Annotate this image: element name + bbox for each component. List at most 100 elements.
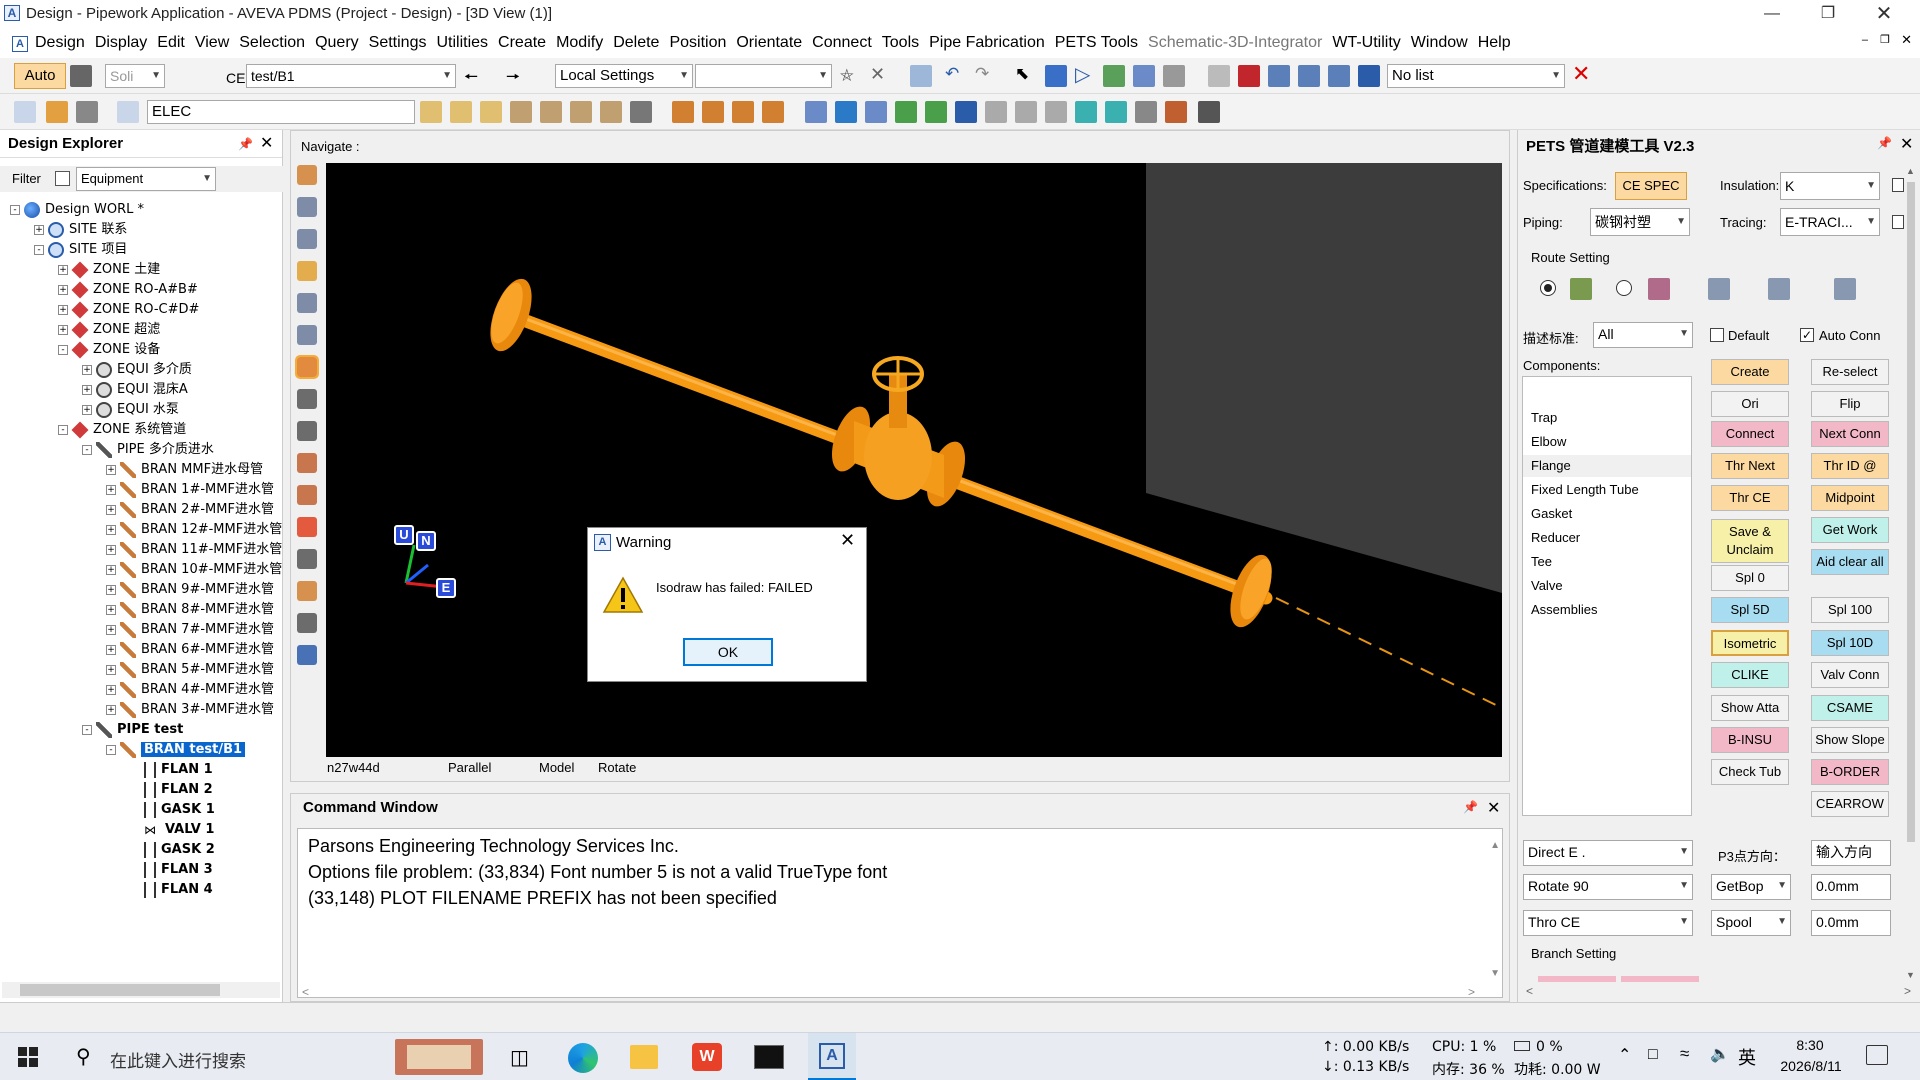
menu-modify[interactable]: Modify <box>551 28 608 58</box>
color-swatch-icon[interactable] <box>70 65 92 87</box>
tracing-checkbox[interactable] <box>1892 215 1904 229</box>
pointer-icon[interactable]: ⬉ <box>1015 64 1029 84</box>
pets-aid-clear-all-button[interactable]: Aid clear all <box>1811 549 1889 575</box>
tree-node[interactable]: + BRAN 2#-MMF进水管 <box>106 500 274 520</box>
mdi-restore-icon[interactable]: ❐ <box>1880 28 1890 52</box>
command-close-icon[interactable]: ✕ <box>1487 798 1500 818</box>
scroll-down-icon[interactable]: ▼ <box>1490 961 1500 987</box>
ce-spec-button[interactable]: CE SPEC <box>1615 172 1687 200</box>
pets-pin-icon[interactable]: 📌 <box>1877 136 1892 150</box>
route-bend-alt-icon[interactable] <box>1648 278 1670 300</box>
minimize-button[interactable]: — <box>1744 0 1800 28</box>
expand-toggle-icon[interactable]: + <box>106 564 116 575</box>
menu-delete[interactable]: Delete <box>608 28 664 58</box>
route-radio-1[interactable] <box>1540 280 1556 296</box>
refresh-icon[interactable] <box>297 549 317 569</box>
expand-toggle-icon[interactable]: + <box>106 504 116 515</box>
view-status-projection[interactable]: Parallel <box>448 760 491 775</box>
expand-toggle-icon[interactable]: + <box>82 404 92 415</box>
zoom-window-icon[interactable] <box>297 325 317 345</box>
menu-schematic-3d-integrator[interactable]: Schematic-3D-Integrator <box>1143 28 1327 58</box>
sphere-icon[interactable] <box>1015 101 1037 123</box>
tree-node[interactable]: FLAN 3 <box>130 860 213 880</box>
tree-node[interactable]: + BRAN 1#-MMF进水管 <box>106 480 274 500</box>
cube-icon[interactable] <box>1075 101 1097 123</box>
wifi-icon[interactable]: ≈ <box>1680 1044 1689 1064</box>
menu-wt-utility[interactable]: WT-Utility <box>1327 28 1405 58</box>
forward-arrow-icon[interactable]: 🠖 <box>506 66 520 93</box>
pets-spl-0-button[interactable]: Spl 0 <box>1711 565 1789 591</box>
component-item[interactable]: Fixed Length Tube <box>1523 479 1691 501</box>
pets-midpoint-button[interactable]: Midpoint <box>1811 485 1889 511</box>
pets-save-unclaim-button[interactable]: Save & Unclaim <box>1711 519 1789 563</box>
thro-combo[interactable]: Thro CE ▼ <box>1523 910 1693 936</box>
task-view-icon[interactable]: ◫ <box>510 1045 529 1070</box>
settings-sub-combo[interactable]: ▼ <box>695 64 832 88</box>
tree-node[interactable]: + BRAN 11#-MMF进水管 <box>106 540 282 560</box>
pets-cearrow-button[interactable]: CEARROW <box>1811 791 1889 817</box>
route-end-icon[interactable] <box>1834 278 1856 300</box>
expand-toggle-icon[interactable]: + <box>106 584 116 595</box>
chevron-up-icon[interactable]: ⌃ <box>1618 1045 1631 1065</box>
sphere-view-icon[interactable] <box>297 261 317 281</box>
expand-toggle-icon[interactable]: + <box>58 264 68 275</box>
clock-time[interactable]: 8:30 <box>1782 1037 1838 1053</box>
light-icon[interactable] <box>297 517 317 537</box>
expand-toggle-icon[interactable]: - <box>58 424 68 435</box>
branch-button-partial-2[interactable] <box>1621 976 1699 982</box>
expand-toggle-icon[interactable]: + <box>106 524 116 535</box>
menu-utilities[interactable]: Utilities <box>431 28 493 58</box>
text-annot-icon[interactable] <box>1135 101 1157 123</box>
pets-show-slope-button[interactable]: Show Slope <box>1811 727 1889 753</box>
local-settings-combo[interactable]: Local Settings ▼ <box>555 64 693 88</box>
solid-select[interactable]: Soli ▼ <box>105 64 165 88</box>
pipe-spec-icon[interactable] <box>14 101 36 123</box>
tree-node[interactable]: - Design WORL * <box>10 200 144 220</box>
tool-icon-2[interactable] <box>450 101 472 123</box>
branch-button-partial-1[interactable] <box>1538 976 1616 982</box>
zoom-search-icon[interactable] <box>297 293 317 313</box>
node-icon[interactable] <box>985 101 1007 123</box>
edit-tool-icon[interactable] <box>46 101 68 123</box>
component-item[interactable]: Trap <box>1523 407 1691 429</box>
tree-node[interactable]: + BRAN 9#-MMF进水管 <box>106 580 274 600</box>
pets-close-icon[interactable]: ✕ <box>1900 134 1913 154</box>
joint-icon-2[interactable] <box>702 101 724 123</box>
menu-display[interactable]: Display <box>90 28 152 58</box>
doc-save-icon[interactable] <box>835 101 857 123</box>
3d-viewport[interactable]: U N E <box>326 163 1502 757</box>
default-checkbox[interactable] <box>1710 328 1724 342</box>
menu-orientate[interactable]: Orientate <box>731 28 807 58</box>
explorer-close-icon[interactable]: ✕ <box>260 130 273 158</box>
menu-pipe-fabrication[interactable]: Pipe Fabrication <box>924 28 1050 58</box>
taskbar-search[interactable]: ⚲ 在此键入进行搜索 <box>60 1033 488 1080</box>
copy-icon[interactable] <box>1208 65 1230 87</box>
window-icon-3[interactable] <box>1328 65 1350 87</box>
pets-ori-button[interactable]: Ori <box>1711 391 1789 417</box>
back-arrow-icon[interactable]: 🠔 <box>464 66 478 93</box>
menu-tools[interactable]: Tools <box>877 28 924 58</box>
cube-view-icon[interactable] <box>297 453 317 473</box>
desc-standard-combo[interactable]: All ▼ <box>1593 322 1693 348</box>
elec-input[interactable]: ELEC <box>147 100 415 124</box>
menu-settings[interactable]: Settings <box>364 28 432 58</box>
tree-node[interactable]: + ZONE RO-C#D# <box>58 300 199 320</box>
speaker-icon[interactable]: 🔈 <box>1710 1044 1730 1064</box>
pets-create-button[interactable]: Create <box>1711 359 1789 385</box>
expand-toggle-icon[interactable]: + <box>106 484 116 495</box>
tree-node[interactable]: + BRAN 10#-MMF进水管 <box>106 560 282 580</box>
clock-date[interactable]: 2026/8/11 <box>1772 1058 1850 1074</box>
tree-node[interactable]: - PIPE 多介质进水 <box>82 440 214 460</box>
settings-icon[interactable] <box>297 613 317 633</box>
expand-toggle-icon[interactable]: - <box>34 244 44 255</box>
tree-node[interactable]: - ZONE 系统管道 <box>58 420 186 440</box>
pets-connect-button[interactable]: Connect <box>1711 421 1789 447</box>
g-icon[interactable] <box>955 101 977 123</box>
tool-icon-3[interactable] <box>480 101 502 123</box>
orbit-icon[interactable] <box>295 355 319 379</box>
tree-node[interactable]: + EQUI 多介质 <box>82 360 192 380</box>
route-tee-icon[interactable] <box>1708 278 1730 300</box>
joint-icon-4[interactable] <box>762 101 784 123</box>
expand-toggle-icon[interactable]: + <box>34 224 44 235</box>
branch-icon[interactable] <box>1045 101 1067 123</box>
